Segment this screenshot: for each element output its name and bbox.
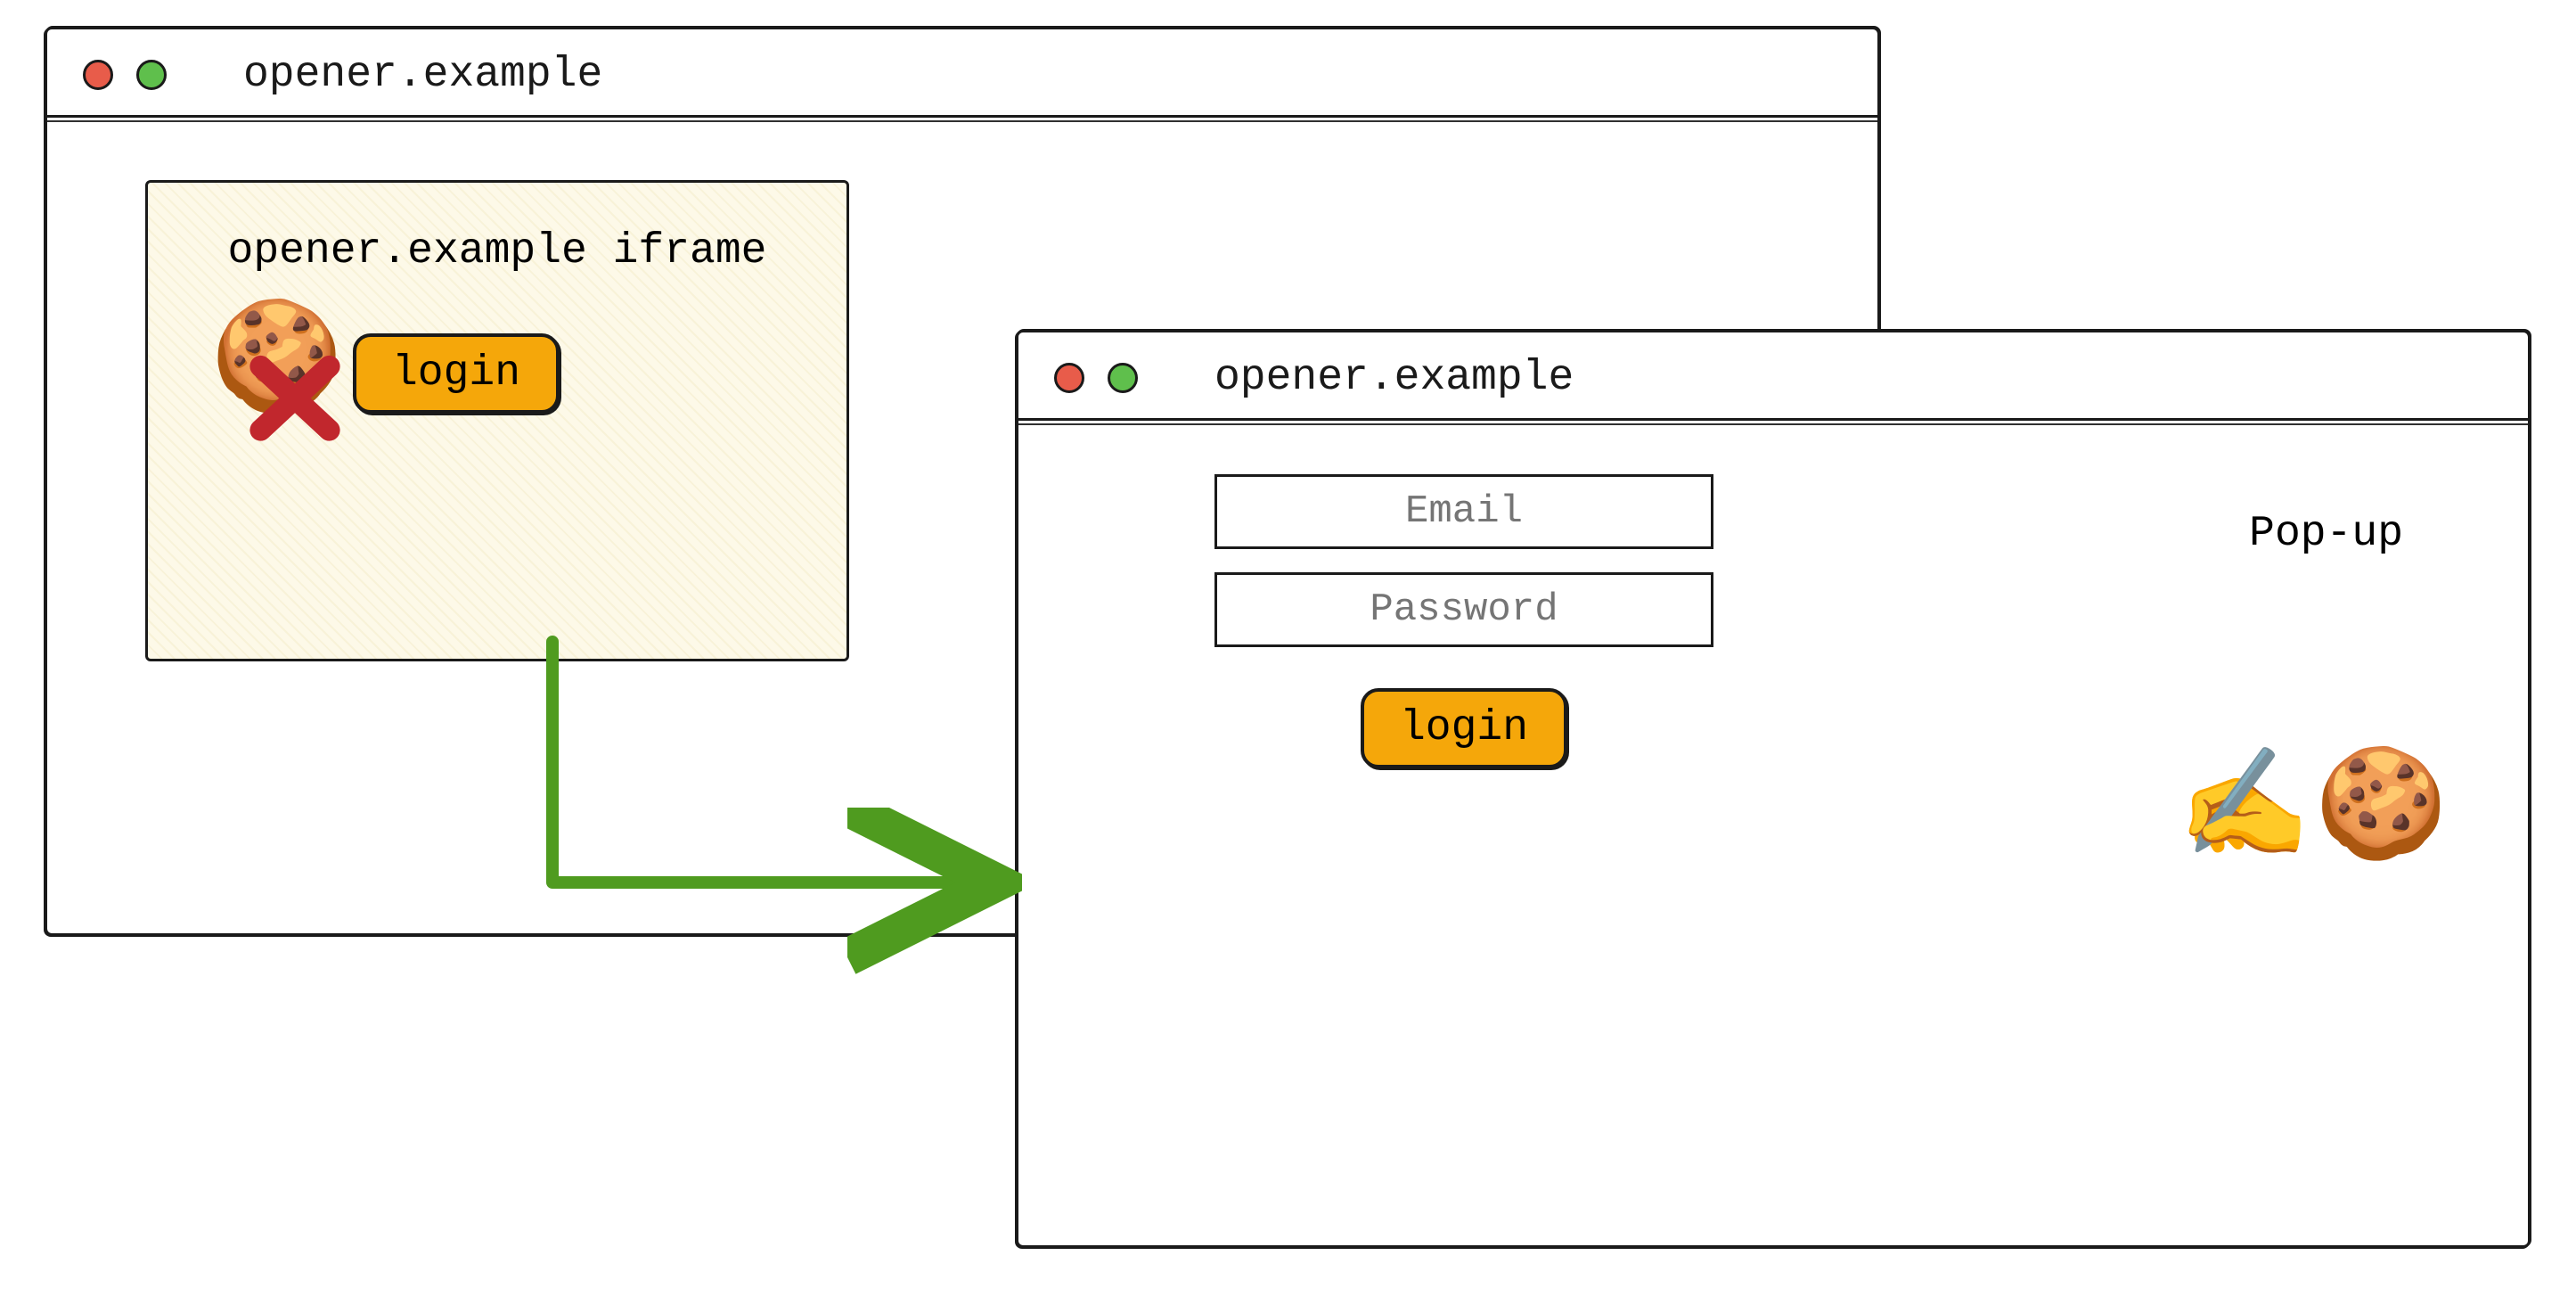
popup-body: login Pop-up ✍️ 🍪 <box>1018 421 2528 991</box>
login-form: login <box>1179 474 1749 768</box>
cookie-icon: 🍪 <box>210 304 343 425</box>
window-close-dot[interactable] <box>1054 363 1084 393</box>
iframe-content-row: 🍪 login <box>210 311 811 436</box>
iframe-login-button[interactable]: login <box>353 333 560 414</box>
popup-label: Pop-up <box>2249 510 2403 558</box>
cookie-icon: 🍪 <box>2315 742 2448 873</box>
address-text-a: opener.example <box>243 51 602 99</box>
diagram-stage: opener.example opener.example iframe 🍪 l… <box>0 0 2576 1313</box>
email-field[interactable] <box>1214 474 1713 549</box>
titlebar-a: opener.example <box>47 29 1877 118</box>
blocked-cookie: 🍪 <box>210 311 335 436</box>
window-maximize-dot[interactable] <box>1108 363 1138 393</box>
window-close-dot[interactable] <box>83 60 113 90</box>
writing-hand-icon: ✍️ <box>2178 742 2310 873</box>
popup-cookie-write: ✍️ 🍪 <box>2178 742 2448 873</box>
titlebar-b: opener.example <box>1018 332 2528 421</box>
window-maximize-dot[interactable] <box>136 60 167 90</box>
browser-window-popup: opener.example login Pop-up ✍️ 🍪 <box>1016 330 2531 1248</box>
popup-login-button[interactable]: login <box>1361 688 1567 768</box>
iframe-box: opener.example iframe 🍪 login <box>145 180 849 661</box>
address-text-b: opener.example <box>1214 354 1574 402</box>
password-field[interactable] <box>1214 572 1713 647</box>
iframe-label: opener.example iframe <box>184 227 811 275</box>
